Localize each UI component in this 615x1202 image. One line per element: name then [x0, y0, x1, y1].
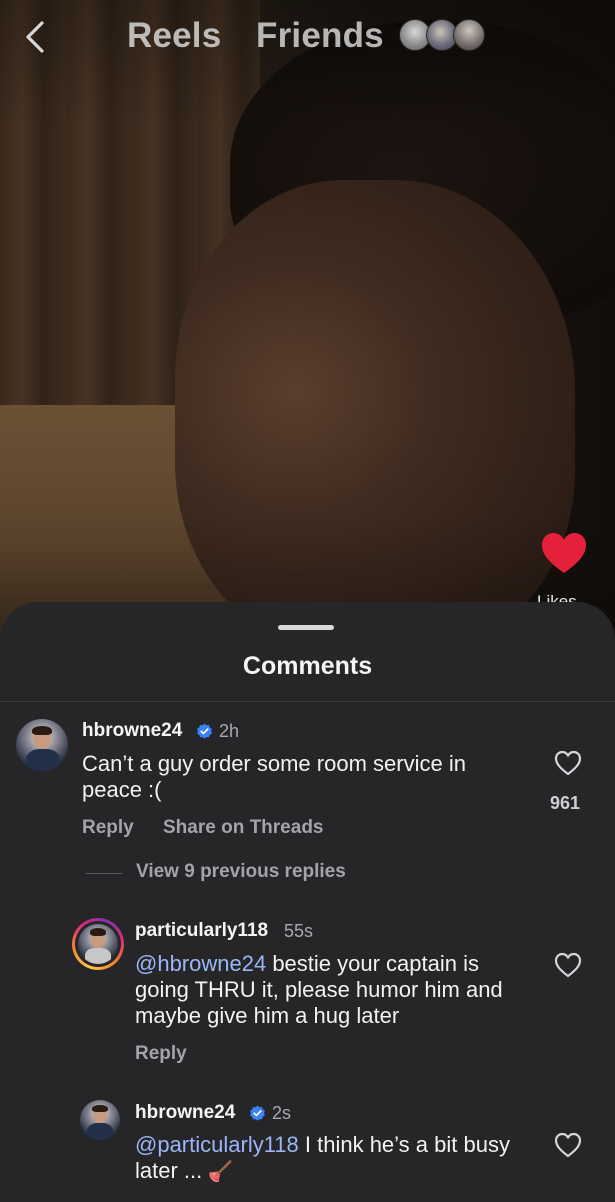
verified-badge-icon — [250, 1105, 265, 1121]
heart-filled-icon — [542, 533, 586, 573]
mention-link[interactable]: @particularly118 — [135, 1132, 299, 1157]
avatar[interactable] — [16, 719, 68, 771]
replies-divider — [86, 873, 122, 874]
sheet-divider — [0, 701, 615, 702]
video-shade — [0, 0, 615, 640]
back-button[interactable] — [18, 18, 52, 56]
mention-link[interactable]: @hbrowne24 — [135, 951, 266, 976]
tab-reels[interactable]: Reels — [127, 16, 221, 56]
reply-username[interactable]: hbrowne24 — [135, 1102, 235, 1124]
reply-time: 2s — [272, 1103, 292, 1123]
share-on-threads-button[interactable]: Share on Threads — [163, 817, 324, 839]
reply-username[interactable]: particularly118 — [135, 920, 268, 942]
tab-friends[interactable]: Friends — [256, 16, 384, 56]
friend-avatar — [453, 19, 485, 51]
sheet-grabber[interactable] — [278, 625, 334, 630]
verified-badge-icon — [197, 723, 212, 739]
like-button[interactable] — [540, 531, 588, 575]
reply-text: @hbrowne24 bestie your captain is going … — [135, 951, 525, 1029]
reply-button[interactable]: Reply — [82, 817, 134, 839]
view-previous-replies-button[interactable]: View 9 previous replies — [136, 861, 346, 883]
friends-avatar-stack[interactable] — [399, 19, 489, 53]
sheet-title: Comments — [242, 652, 373, 680]
top-nav: Reels Friends — [0, 0, 615, 75]
heart-outline-icon[interactable] — [554, 1132, 582, 1158]
comment-like-count: 961 — [550, 793, 581, 813]
reply-button[interactable]: Reply — [135, 1043, 187, 1065]
comment-text: Can’t a guy order some room service in p… — [82, 751, 466, 802]
comment-username[interactable]: hbrowne24 — [82, 720, 182, 742]
reply-text: @particularly118 I think he’s a bit busy… — [135, 1132, 535, 1185]
reel-video[interactable] — [0, 0, 615, 640]
reply-time: 55s — [284, 921, 314, 941]
chevron-left-icon — [26, 21, 44, 53]
avatar[interactable] — [78, 924, 118, 964]
plunger-emoji: 🪠 — [208, 1161, 234, 1183]
heart-outline-icon[interactable] — [554, 750, 582, 776]
comment-time: 2h — [219, 721, 240, 741]
comments-sheet: Comments hbrowne24 2h Can’t a guy order … — [0, 602, 615, 1202]
heart-outline-icon[interactable] — [554, 952, 582, 978]
avatar[interactable] — [80, 1100, 120, 1140]
